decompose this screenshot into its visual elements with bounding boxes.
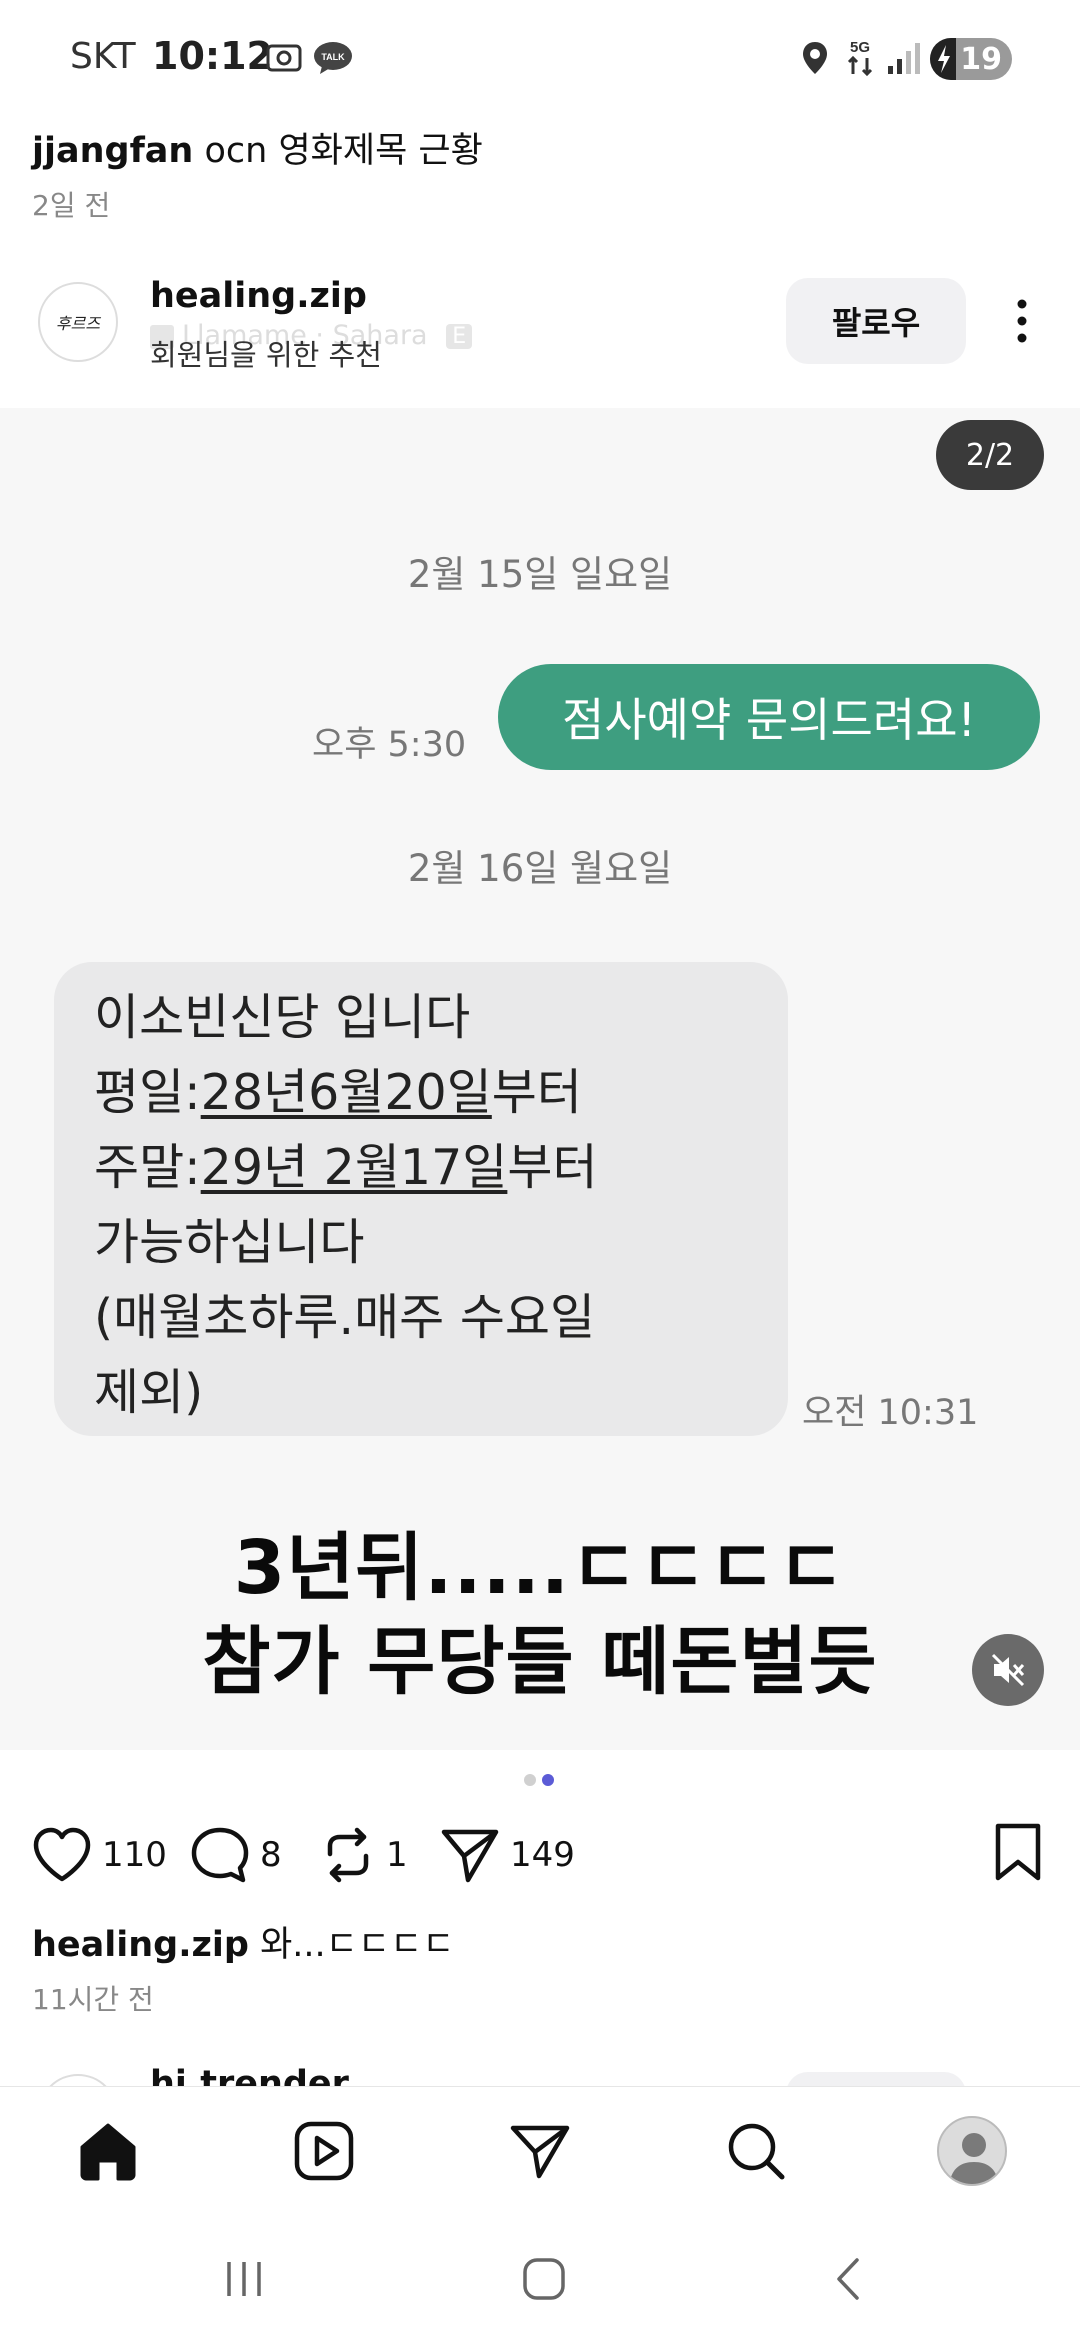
home-square-icon — [523, 2258, 565, 2300]
profile-avatar — [937, 2116, 1007, 2186]
recent-apps-icon — [227, 2262, 261, 2296]
muted-speaker-icon — [991, 1653, 1025, 1687]
post-caption: healing.zip 와...ㄷㄷㄷㄷ — [32, 1916, 455, 1967]
nav-profile[interactable] — [932, 2111, 1012, 2191]
received-message-bubble: 이소빈신당 입니다 평일:28년6월20일부터 주말:29년 2월17일부터 가… — [54, 962, 788, 1436]
kakaotalk-icon: TALK — [312, 40, 354, 80]
post-timestamp: 11시간 전 — [32, 1983, 154, 2016]
back-chevron-icon — [837, 2258, 859, 2300]
search-icon — [728, 2123, 785, 2180]
signal-icon — [886, 40, 922, 80]
send-icon — [510, 2125, 570, 2179]
message-line: 이소빈신당 입니다 — [94, 989, 471, 1046]
comment-count: 8 — [260, 1835, 282, 1875]
user-silhouette-icon — [949, 2133, 999, 2184]
repost-text: ocn 영화제목 근황 — [204, 131, 483, 171]
nav-home[interactable] — [68, 2111, 148, 2191]
message-line: 가능하십니다 — [94, 1214, 365, 1271]
clock: 10:12 — [152, 34, 273, 78]
repost-button[interactable]: 1 — [320, 1822, 408, 1888]
share-count: 149 — [510, 1835, 575, 1875]
avatar-logo-text: 후르즈 — [55, 314, 101, 333]
carousel-dot-active — [542, 1774, 554, 1786]
send-icon — [441, 1829, 499, 1883]
repost-header[interactable]: jjangfan ocn 영화제목 근황 — [32, 122, 483, 173]
comment-button[interactable]: 8 — [190, 1822, 282, 1888]
nav-messages[interactable] — [500, 2111, 580, 2191]
post-text: 와...ㄷㄷㄷㄷ — [260, 1925, 455, 1965]
heart-icon — [33, 1827, 91, 1882]
follow-button[interactable]: 팔로우 — [786, 278, 966, 364]
repost-username[interactable]: jjangfan — [32, 131, 193, 171]
author-name[interactable]: healing.zip — [150, 276, 367, 316]
home-system-button[interactable] — [504, 2244, 584, 2314]
comment-bubble-icon — [191, 1827, 249, 1883]
message-line: 제외) — [94, 1364, 204, 1421]
bookmark-icon — [995, 1823, 1041, 1881]
back-button[interactable] — [808, 2244, 888, 2314]
message-line: (매월초하루.매주 수요일 — [94, 1289, 596, 1346]
android-system-navigation — [0, 2216, 1080, 2340]
charging-bolt-icon — [938, 45, 950, 73]
repost-count: 1 — [386, 1835, 408, 1875]
recommendation-subtitle: 회원님을 위한 추천 — [150, 338, 382, 372]
more-options-icon[interactable] — [1004, 296, 1040, 346]
bottom-navigation-bar — [0, 2086, 1080, 2216]
screenshot-icon — [264, 40, 304, 80]
carrier-label: SKT — [70, 36, 136, 77]
page-indicator: 2/2 — [936, 420, 1044, 490]
nav-search[interactable] — [716, 2111, 796, 2191]
received-message-time: 오전 10:31 — [802, 1393, 979, 1433]
sent-message-time: 오후 5:30 — [312, 725, 467, 765]
like-button[interactable]: 110 — [32, 1822, 167, 1888]
message-line: 평일:28년6월20일부터 — [94, 1064, 582, 1121]
explicit-badge: E — [446, 324, 473, 349]
chat-date-separator-2: 2월 16일 월요일 — [407, 847, 673, 890]
message-line: 주말:29년 2월17일부터 — [94, 1139, 598, 1196]
author-avatar[interactable]: 후르즈 — [38, 282, 118, 362]
home-icon — [80, 2123, 136, 2181]
recent-apps-button[interactable] — [204, 2244, 284, 2314]
meme-caption-line-2: 참가 무당들 떼돈벌듯 — [202, 1619, 878, 1705]
chat-date-separator: 2월 15일 일요일 — [407, 553, 673, 596]
video-play-icon — [294, 2121, 354, 2181]
carousel-dot — [524, 1774, 536, 1786]
location-icon — [800, 40, 830, 82]
mute-toggle-button[interactable] — [972, 1634, 1044, 1706]
svg-text:TALK: TALK — [321, 52, 345, 62]
nav-reels[interactable] — [284, 2111, 364, 2191]
battery-indicator: 19 — [930, 38, 1012, 80]
like-count: 110 — [102, 1835, 167, 1875]
meme-caption-line-1: 3년뒤.....ㄷㄷㄷㄷ — [233, 1525, 847, 1611]
share-button[interactable]: 149 — [440, 1822, 575, 1888]
svg-text:5G: 5G — [850, 39, 870, 56]
repost-arrows-icon — [327, 1827, 369, 1883]
save-bookmark-button[interactable] — [992, 1822, 1044, 1882]
battery-level: 19 — [960, 41, 1002, 77]
network-5g-icon: 5G — [842, 36, 878, 82]
carousel-indicator — [524, 1774, 560, 1788]
repost-timestamp: 2일 전 — [32, 189, 111, 222]
sent-message-bubble: 점사예약 문의드려요! — [498, 664, 1040, 770]
post-author[interactable]: healing.zip — [32, 1925, 249, 1965]
status-bar: SKT 10:12 TALK 5G 19 — [0, 0, 1080, 118]
